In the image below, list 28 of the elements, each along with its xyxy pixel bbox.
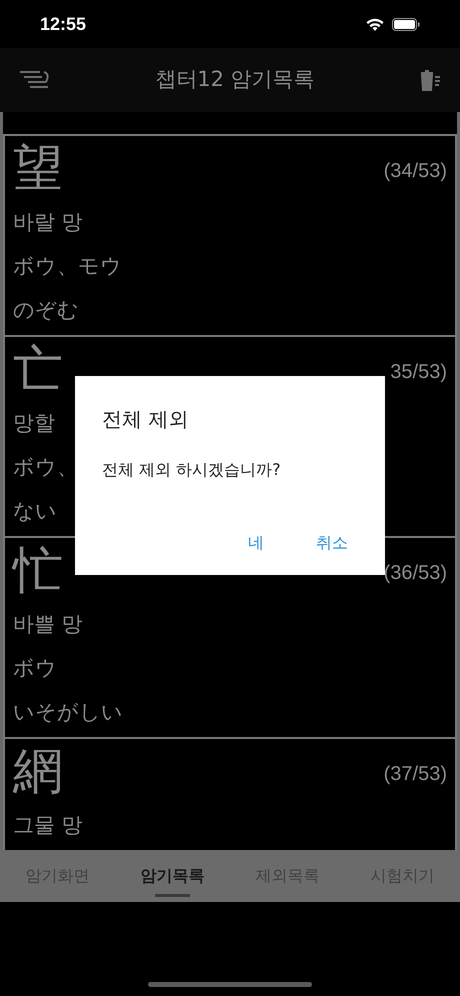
dialog-title: 전체 제외 (102, 406, 188, 433)
progress-count: (36/53) (384, 561, 447, 586)
meaning-text: 바랄 망 (13, 209, 83, 236)
progress-count: 35/53) (390, 360, 447, 385)
meaning-text: 망할 (13, 410, 55, 437)
dialog-button[interactable]: 취소 (308, 527, 356, 559)
kanji-character: 網 (13, 741, 63, 802)
trash-icon[interactable] (418, 69, 442, 91)
progress-count: (34/53) (384, 159, 447, 184)
reading-text: ボウ、 (13, 454, 78, 481)
meaning-text: 바쁠 망 (13, 611, 83, 638)
status-time: 12:55 (40, 12, 86, 36)
reading-text: ボウ (13, 655, 57, 682)
reading-text: のぞむ (13, 297, 79, 324)
tab[interactable]: 암기목록 (115, 850, 230, 902)
dialog-message: 전체 제외 하시겠습니까? (102, 459, 281, 481)
reading-text: ボウ、モウ (13, 253, 122, 280)
kanji-character: 忙 (13, 540, 63, 601)
wifi-icon (366, 18, 384, 30)
screen-title: 챕터12 암기목록 (155, 66, 315, 94)
kanji-character: 望 (13, 138, 63, 199)
dialog-button[interactable]: 네 (240, 527, 272, 559)
progress-count: (37/53) (384, 762, 447, 787)
reading-text: いそがしい (13, 699, 123, 726)
reading-text: ない (13, 498, 57, 525)
meaning-text: 그물 망 (13, 812, 83, 839)
battery-icon (392, 18, 420, 30)
kanji-character: 亡 (13, 339, 63, 400)
